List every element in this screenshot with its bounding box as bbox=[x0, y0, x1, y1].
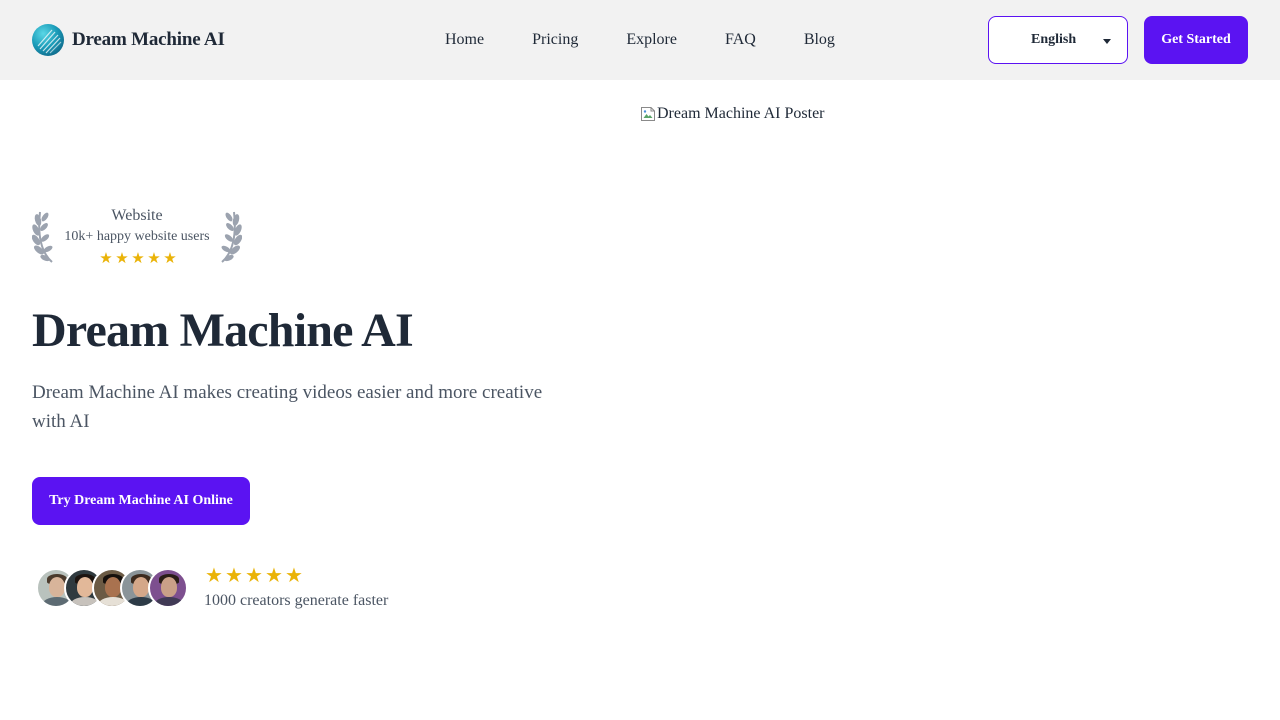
award-title: Website bbox=[111, 207, 163, 224]
star-icon: ★ bbox=[205, 565, 223, 587]
social-proof-text: 1000 creators generate faster bbox=[204, 592, 389, 609]
language-selected-label: English bbox=[1031, 32, 1077, 47]
award-rating-stars: ★ ★ ★ ★ ★ bbox=[98, 251, 178, 267]
nav-link-explore[interactable]: Explore bbox=[626, 28, 677, 52]
nav-link-faq[interactable]: FAQ bbox=[725, 28, 756, 52]
star-icon: ★ bbox=[265, 565, 283, 587]
nav-link-pricing[interactable]: Pricing bbox=[532, 28, 578, 52]
main-nav: Home Pricing Explore FAQ Blog bbox=[445, 28, 835, 52]
star-icon: ★ bbox=[285, 565, 303, 587]
brand-home-link[interactable]: Dream Machine AI bbox=[32, 24, 225, 56]
nav-link-home[interactable]: Home bbox=[445, 28, 484, 52]
language-select[interactable]: English bbox=[988, 16, 1128, 64]
creator-avatars bbox=[36, 568, 188, 610]
site-header: Dream Machine AI Home Pricing Explore FA… bbox=[0, 0, 1280, 80]
nav-link-blog[interactable]: Blog bbox=[804, 28, 835, 52]
star-icon: ★ bbox=[225, 565, 243, 587]
hero-title: Dream Machine AI bbox=[32, 304, 414, 357]
brand-logo-icon bbox=[32, 24, 64, 56]
star-icon: ★ bbox=[163, 251, 177, 267]
star-icon: ★ bbox=[147, 251, 161, 267]
chevron-down-icon bbox=[1103, 39, 1111, 44]
star-icon: ★ bbox=[245, 565, 263, 587]
star-icon: ★ bbox=[99, 251, 113, 267]
award-subtitle: 10k+ happy website users bbox=[64, 229, 210, 244]
try-online-button[interactable]: Try Dream Machine AI Online bbox=[32, 477, 250, 525]
laurel-wreath-icon bbox=[216, 208, 243, 269]
star-icon: ★ bbox=[131, 251, 145, 267]
poster-alt-text: Dream Machine AI Poster bbox=[657, 105, 825, 122]
broken-image-icon bbox=[640, 106, 656, 122]
hero-description: Dream Machine AI makes creating videos e… bbox=[32, 382, 543, 432]
star-icon: ★ bbox=[115, 251, 129, 267]
creator-rating-stars: ★ ★ ★ ★ ★ bbox=[204, 566, 304, 586]
avatar bbox=[148, 568, 188, 608]
hero-poster-image: Dream Machine AI Poster bbox=[640, 105, 825, 123]
award-badge: Website 10k+ happy website users ★ ★ ★ ★… bbox=[31, 204, 243, 270]
get-started-button[interactable]: Get Started bbox=[1144, 16, 1248, 64]
brand-name: Dream Machine AI bbox=[72, 29, 225, 50]
